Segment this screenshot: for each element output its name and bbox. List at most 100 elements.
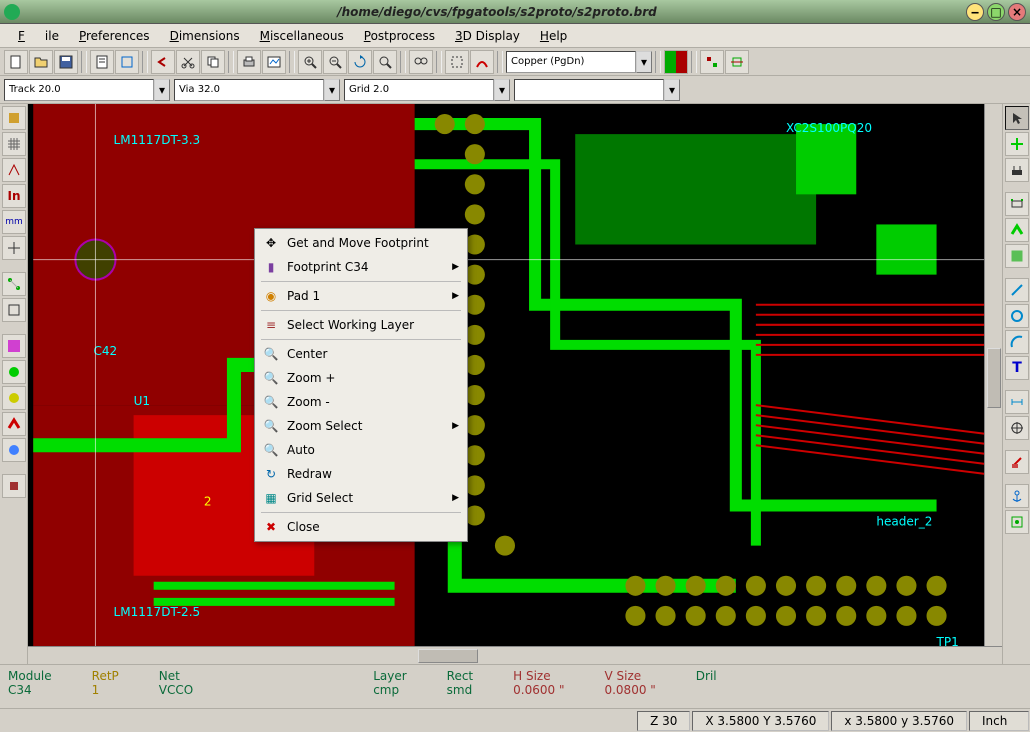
menu-dimensions[interactable]: Dimensions [160, 27, 250, 45]
dropdown-arrow-icon[interactable]: ▾ [324, 79, 340, 101]
show-via-fill-button[interactable] [2, 386, 26, 410]
add-arc-tool[interactable] [1005, 330, 1029, 354]
status-net-value: VCCO [159, 683, 193, 697]
menu-file[interactable]: File [8, 27, 69, 45]
open-button[interactable] [29, 50, 53, 74]
cursor-tool[interactable] [1005, 106, 1029, 130]
zoom-out-button[interactable] [323, 50, 347, 74]
show-track-fill-button[interactable] [2, 412, 26, 436]
grid-size-combo[interactable]: Grid 2.0 [344, 79, 494, 101]
units-mm-button[interactable]: mm [2, 210, 26, 234]
sheet-button[interactable] [90, 50, 114, 74]
move-icon: ✥ [263, 235, 279, 251]
minimize-button[interactable]: ‒ [966, 3, 984, 21]
drc-button[interactable] [470, 50, 494, 74]
layers-manager-button[interactable] [2, 474, 26, 498]
add-dimension-tool[interactable] [1005, 390, 1029, 414]
menu-preferences[interactable]: Preferences [69, 27, 160, 45]
ctx-pad-submenu[interactable]: ◉Pad 1▶ [257, 284, 465, 308]
svg-text:C42: C42 [93, 344, 117, 358]
layer-colors-button[interactable] [664, 50, 688, 74]
redraw-button[interactable] [348, 50, 372, 74]
netlist-button[interactable] [445, 50, 469, 74]
delete-tool[interactable] [1005, 450, 1029, 474]
status-vsize-value: 0.0800 " [604, 683, 655, 697]
layer-select-arrow[interactable]: ▾ [636, 51, 652, 73]
layer-select-combo[interactable]: Copper (PgDn) [506, 51, 636, 73]
menu-help[interactable]: Help [530, 27, 577, 45]
ctx-zoom-in[interactable]: 🔍Zoom + [257, 366, 465, 390]
zoom-auto-icon: 🔍 [263, 442, 279, 458]
menubar: File Preferences Dimensions Miscellaneou… [0, 24, 1030, 48]
ctx-footprint-submenu[interactable]: ▮Footprint C34▶ [257, 255, 465, 279]
dropdown-arrow-icon[interactable]: ▾ [664, 79, 680, 101]
show-pad-fill-button[interactable] [2, 360, 26, 384]
ctx-grid-select-submenu[interactable]: ▦Grid Select▶ [257, 486, 465, 510]
copy-button[interactable] [201, 50, 225, 74]
plot-button[interactable] [262, 50, 286, 74]
module-button[interactable] [115, 50, 139, 74]
via-size-combo[interactable]: Via 32.0 [174, 79, 324, 101]
grid-button[interactable] [2, 132, 26, 156]
mode-button-1[interactable] [700, 50, 724, 74]
ctx-close[interactable]: ✖Close [257, 515, 465, 539]
ctx-center[interactable]: 🔍Center [257, 342, 465, 366]
track-width-combo[interactable]: Track 20.0 [4, 79, 154, 101]
submenu-arrow-icon: ▶ [452, 421, 459, 431]
menu-miscellaneous[interactable]: Miscellaneous [250, 27, 354, 45]
add-footprint-tool[interactable] [1005, 192, 1029, 216]
place-anchor-tool[interactable] [1005, 484, 1029, 508]
ctx-auto[interactable]: 🔍Auto [257, 438, 465, 462]
add-line-tool[interactable] [1005, 278, 1029, 302]
print-button[interactable] [237, 50, 261, 74]
ratsnest-button[interactable] [2, 272, 26, 296]
drc-off-button[interactable] [2, 106, 26, 130]
horizontal-scrollbar[interactable] [28, 646, 1002, 664]
highlight-net-tool[interactable] [1005, 132, 1029, 156]
pcb-drawing: LM1117DT-3.3 LM1117DT-2.5 XC2S100PQ20 U1… [28, 104, 1002, 646]
add-target-tool[interactable] [1005, 416, 1029, 440]
zoom-fit-button[interactable] [373, 50, 397, 74]
menu-3d-display[interactable]: 3D Display [445, 27, 530, 45]
cut-button[interactable] [176, 50, 200, 74]
add-track-tool[interactable] [1005, 218, 1029, 242]
add-circle-tool[interactable] [1005, 304, 1029, 328]
save-button[interactable] [54, 50, 78, 74]
status-hsize-value: 0.0600 " [513, 683, 564, 697]
vertical-scrollbar[interactable] [984, 104, 1002, 646]
dropdown-arrow-icon[interactable]: ▾ [154, 79, 170, 101]
mode-button-2[interactable] [725, 50, 749, 74]
app-icon [4, 4, 20, 20]
ctx-redraw[interactable]: ↻Redraw [257, 462, 465, 486]
status-layer-value: cmp [373, 683, 406, 697]
find-button[interactable] [409, 50, 433, 74]
add-text-tool[interactable]: T [1005, 356, 1029, 380]
ctx-get-move-footprint[interactable]: ✥Get and Move Footprint [257, 231, 465, 255]
add-zone-tool[interactable] [1005, 244, 1029, 268]
dropdown-arrow-icon[interactable]: ▾ [494, 79, 510, 101]
pcb-canvas[interactable]: LM1117DT-3.3 LM1117DT-2.5 XC2S100PQ20 U1… [28, 104, 1002, 646]
zoom-in-button[interactable] [298, 50, 322, 74]
local-ratsnest-tool[interactable] [1005, 158, 1029, 182]
cursor-shape-button[interactable] [2, 236, 26, 260]
menu-postprocess[interactable]: Postprocess [354, 27, 445, 45]
close-window-button[interactable]: × [1008, 3, 1026, 21]
auto-delete-track-button[interactable] [2, 298, 26, 322]
undo-button[interactable] [151, 50, 175, 74]
ctx-select-layer[interactable]: ≡Select Working Layer [257, 313, 465, 337]
status-rect-value: smd [447, 683, 473, 697]
maximize-button[interactable]: □ [987, 3, 1005, 21]
high-contrast-button[interactable] [2, 438, 26, 462]
new-button[interactable] [4, 50, 28, 74]
units-inch-button[interactable]: In [2, 184, 26, 208]
status-retp-label: RetP [92, 669, 119, 683]
close-icon: ✖ [263, 519, 279, 535]
grid-origin-tool[interactable] [1005, 510, 1029, 534]
status-unit: Inch [969, 711, 1029, 731]
show-zones-button[interactable] [2, 334, 26, 358]
ctx-zoom-select-submenu[interactable]: 🔍Zoom Select▶ [257, 414, 465, 438]
ctx-zoom-out[interactable]: 🔍Zoom - [257, 390, 465, 414]
window-titlebar: /home/diego/cvs/fpgatools/s2proto/s2prot… [0, 0, 1030, 24]
polar-button[interactable] [2, 158, 26, 182]
zoom-combo[interactable] [514, 79, 664, 101]
